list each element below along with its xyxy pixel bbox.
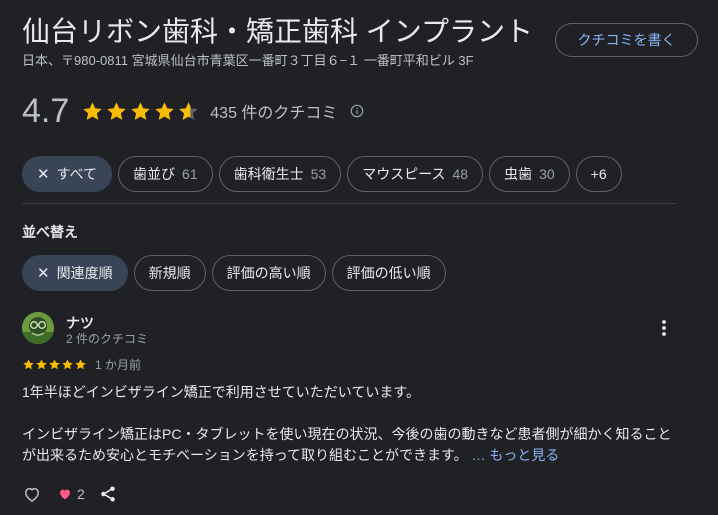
divider bbox=[22, 203, 676, 204]
write-review-button[interactable]: クチコミを書く bbox=[555, 23, 698, 57]
thumb-up-outline-icon[interactable] bbox=[22, 484, 42, 504]
rating-stars bbox=[81, 100, 200, 123]
topic-chip-label: 虫歯 bbox=[504, 166, 533, 182]
sort-chip-label: 評価の高い順 bbox=[226, 265, 311, 281]
place-address: 日本、〒980-0811 宮城県仙台市青葉区一番町３丁目６−１ 一番町平和ビル … bbox=[22, 53, 474, 68]
like-count: 2 bbox=[77, 486, 85, 502]
topic-chip-more[interactable]: +6 bbox=[575, 156, 622, 192]
star-icon bbox=[107, 101, 127, 120]
sort-chip-relevance[interactable]: ✕ 関連度順 bbox=[22, 255, 128, 291]
rating-value: 4.7 bbox=[22, 92, 70, 130]
star-icon bbox=[75, 359, 86, 370]
review-date: 1 か月前 bbox=[95, 358, 142, 372]
avatar[interactable] bbox=[22, 312, 54, 344]
topic-chip-count: 53 bbox=[310, 166, 327, 182]
close-icon: ✕ bbox=[37, 265, 50, 282]
topic-chip-count: 48 bbox=[452, 166, 469, 182]
sort-label: 並べ替え bbox=[22, 224, 78, 240]
share-icon[interactable] bbox=[99, 485, 117, 503]
review-paragraph-text: インビザライン矯正はPC・タブレットを使い現在の状況、今後の歯の動きなど患者側が… bbox=[22, 426, 672, 463]
sort-chip-label: 関連度順 bbox=[56, 265, 113, 281]
star-half-icon bbox=[179, 101, 199, 120]
star-icon bbox=[23, 359, 34, 370]
topic-chip-cavity[interactable]: 虫歯 30 bbox=[489, 156, 570, 192]
sort-chip-label: 新規順 bbox=[148, 265, 191, 281]
like-count-badge: 2 bbox=[58, 486, 85, 502]
topic-chip-label: 歯並び bbox=[133, 166, 176, 182]
info-icon[interactable] bbox=[349, 103, 365, 119]
topic-chip-teeth-alignment[interactable]: 歯並び 61 bbox=[118, 156, 213, 192]
read-more-link[interactable]: … もっと見る bbox=[472, 447, 560, 463]
topic-chip-hygienist[interactable]: 歯科衛生士 53 bbox=[218, 156, 342, 192]
topic-filter-row: ✕ すべて 歯並び 61 歯科衛生士 53 マウスピース 48 虫歯 30 +6 bbox=[22, 156, 622, 192]
heart-icon bbox=[60, 489, 70, 500]
review-actions: 2 bbox=[22, 484, 117, 504]
review-count: 435 件のクチコミ bbox=[210, 105, 338, 122]
review-paragraph: 1年半ほどインビザライン矯正で利用させていただいています。 bbox=[22, 384, 420, 400]
review-body: 1年半ほどインビザライン矯正で利用させていただいています。 インビザライン矯正は… bbox=[22, 382, 682, 466]
topic-chip-label: +6 bbox=[590, 166, 607, 182]
star-icon bbox=[49, 359, 60, 370]
sort-chip-lowest[interactable]: 評価の低い順 bbox=[331, 255, 446, 291]
star-icon bbox=[155, 101, 175, 120]
topic-chip-all[interactable]: ✕ すべて bbox=[22, 156, 113, 192]
topic-chip-label: すべて bbox=[56, 166, 98, 182]
topic-chip-label: マウスピース bbox=[362, 166, 446, 182]
topic-chip-mouthpiece[interactable]: マウスピース 48 bbox=[347, 156, 484, 192]
rating-summary: 4.7 435 件のクチコミ bbox=[22, 88, 365, 134]
star-icon bbox=[62, 359, 73, 370]
place-title: 仙台リボン歯科・矯正歯科 インプラント bbox=[22, 16, 533, 47]
reviewer-review-count: 2 件のクチコミ bbox=[66, 332, 149, 346]
sort-chip-highest[interactable]: 評価の高い順 bbox=[211, 255, 326, 291]
sort-chip-newest[interactable]: 新規順 bbox=[133, 255, 206, 291]
more-vert-icon[interactable] bbox=[654, 318, 674, 338]
star-icon bbox=[131, 101, 151, 120]
sort-chip-label: 評価の低い順 bbox=[346, 265, 431, 281]
star-icon bbox=[83, 101, 103, 120]
close-icon: ✕ bbox=[37, 166, 50, 183]
topic-chip-count: 61 bbox=[182, 166, 198, 182]
star-icon bbox=[36, 359, 47, 370]
review-stars: 1 か月前 bbox=[22, 356, 141, 373]
topic-chip-count: 30 bbox=[539, 166, 555, 182]
review-paragraph: インビザライン矯正はPC・タブレットを使い現在の状況、今後の歯の動きなど患者側が… bbox=[22, 424, 682, 466]
topic-chip-label: 歯科衛生士 bbox=[233, 166, 304, 182]
sort-options-row: ✕ 関連度順 新規順 評価の高い順 評価の低い順 bbox=[22, 255, 446, 291]
